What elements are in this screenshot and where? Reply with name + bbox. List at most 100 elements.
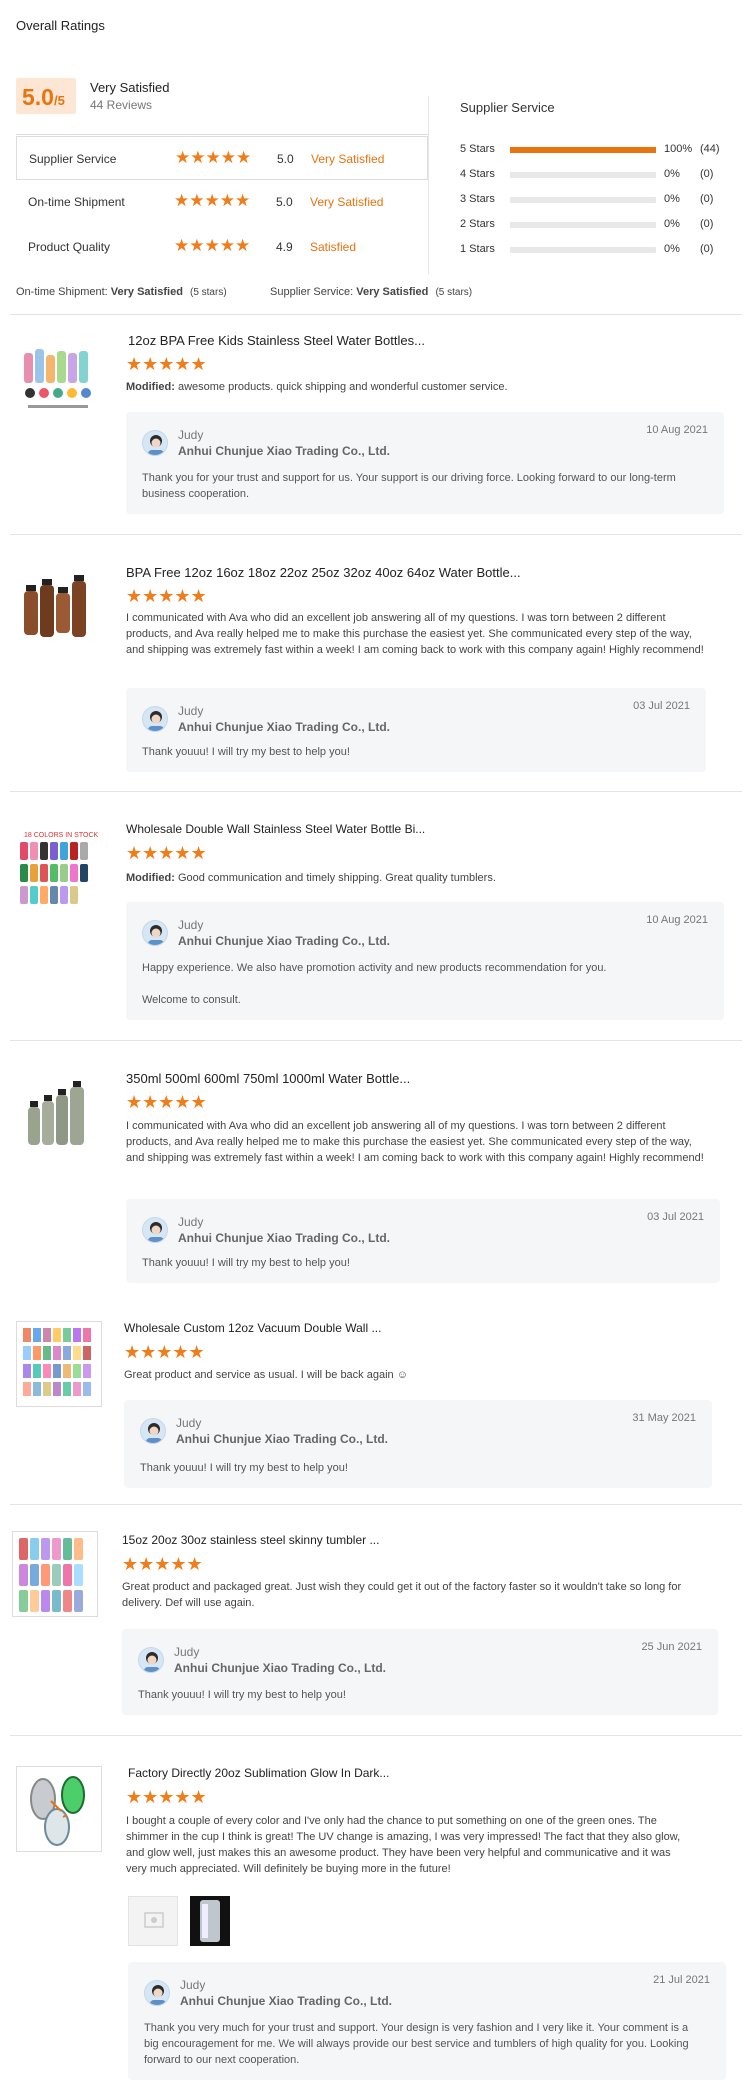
review-product-title[interactable]: 350ml 500ml 600ml 750ml 1000ml Water Bot… [126, 1071, 410, 1086]
product-thumbnail[interactable] [12, 1531, 98, 1617]
distribution-row: 5 Stars 100% (44) [460, 141, 740, 159]
avatar [144, 1980, 170, 2006]
star-icon: ★★★★★ [175, 148, 252, 167]
reply-date: 25 Jun 2021 [641, 1641, 702, 1653]
distribution-count: (0) [700, 193, 714, 205]
product-thumbnail[interactable] [18, 571, 98, 651]
distribution-count: (0) [700, 218, 714, 230]
footnote-stars: (5 stars) [435, 287, 473, 298]
review-text: I bought a couple of every color and I'v… [126, 1815, 681, 1875]
review-product-title[interactable]: BPA Free 12oz 16oz 18oz 22oz 25oz 32oz 4… [126, 565, 521, 580]
review-text: Great product and packaged great. Just w… [122, 1581, 682, 1609]
product-thumbnail[interactable] [16, 1766, 102, 1852]
supplier-reply: Judy Anhui Chunjue Xiao Trading Co., Ltd… [122, 1629, 718, 1715]
distribution-count: (0) [700, 168, 714, 180]
review-product-title[interactable]: 12oz BPA Free Kids Stainless Steel Water… [128, 333, 425, 348]
metric-word: Very Satisfied [311, 152, 385, 166]
metric-label: Product Quality [28, 240, 111, 254]
metric-score: 5.0 [276, 195, 293, 209]
reply-date: 10 Aug 2021 [646, 914, 708, 926]
review-product-title[interactable]: 15oz 20oz 30oz stainless steel skinny tu… [122, 1533, 379, 1547]
review-body: awesome products. quick shipping and won… [177, 381, 508, 393]
reply-date: 21 Jul 2021 [653, 1974, 710, 1986]
review-item: 18 COLORS IN STOCK Wholesale Double Wall… [0, 792, 750, 1040]
metric-label: On-time Shipment [28, 195, 125, 209]
distribution-title: Supplier Service [460, 100, 555, 115]
footnote-ontime: On-time Shipment: Very Satisfied (5 star… [16, 286, 227, 298]
distribution-percent: 0% [664, 193, 680, 205]
review-photo[interactable] [190, 1896, 230, 1946]
review-item: BPA Free 12oz 16oz 18oz 22oz 25oz 32oz 4… [0, 535, 750, 791]
reply-company[interactable]: Anhui Chunjue Xiao Trading Co., Ltd. [178, 1231, 390, 1245]
reply-text: Thank youuu! I will try my best to help … [138, 1689, 346, 1701]
distribution-row: 1 Stars 0% (0) [460, 241, 740, 259]
avatar [140, 1418, 166, 1444]
supplier-reply: Judy Anhui Chunjue Xiao Trading Co., Ltd… [126, 412, 724, 514]
distribution-label: 1 Stars [460, 243, 495, 255]
distribution-bar [510, 222, 656, 228]
metric-label: Supplier Service [29, 152, 117, 166]
product-thumbnail[interactable] [18, 339, 98, 419]
review-item: Wholesale Custom 12oz Vacuum Double Wall… [0, 1297, 750, 1502]
distribution-bar [510, 197, 656, 203]
review-text: Modified: Good communication and timely … [126, 870, 726, 886]
distribution-bar-fill [510, 147, 656, 153]
supplier-reply: Judy Anhui Chunjue Xiao Trading Co., Ltd… [124, 1400, 712, 1488]
reply-author-name: Judy [178, 704, 204, 718]
reply-author-name: Judy [176, 1416, 202, 1430]
product-thumbnail[interactable] [16, 1321, 102, 1407]
metric-supplier-service: Supplier Service ★★★★★ 5.0 Very Satisfie… [16, 136, 428, 180]
footnote-value: Very Satisfied [356, 286, 429, 298]
review-product-title[interactable]: Wholesale Double Wall Stainless Steel Wa… [126, 822, 425, 836]
review-text: Modified: awesome products. quick shippi… [126, 379, 726, 395]
review-text: I communicated with Ava who did an excel… [126, 1120, 704, 1164]
product-thumbnail[interactable]: 18 COLORS IN STOCK [16, 828, 100, 912]
reply-date: 10 Aug 2021 [646, 424, 708, 436]
product-thumbnail[interactable] [22, 1077, 98, 1153]
metric-product-quality: Product Quality ★★★★★ 4.9 Satisfied [16, 225, 428, 269]
star-icon: ★★★★★ [174, 236, 251, 255]
reply-text: Happy experience. We also have promotion… [142, 962, 607, 974]
avatar [142, 920, 168, 946]
reply-company[interactable]: Anhui Chunjue Xiao Trading Co., Ltd. [178, 444, 390, 458]
distribution-percent: 100% [664, 143, 693, 155]
review-text: I communicated with Ava who did an excel… [126, 612, 704, 656]
score-suffix: /5 [53, 93, 65, 108]
footnote-label: On-time Shipment: [16, 286, 108, 298]
reply-text: Thank youuu! I will try my best to help … [140, 1462, 348, 1474]
review-photo[interactable] [128, 1896, 178, 1946]
avatar [142, 706, 168, 732]
supplier-reply: Judy Anhui Chunjue Xiao Trading Co., Ltd… [126, 688, 706, 772]
distribution-percent: 0% [664, 243, 680, 255]
reply-company[interactable]: Anhui Chunjue Xiao Trading Co., Ltd. [174, 1661, 386, 1675]
star-icon: ★★★★★ [124, 1342, 205, 1362]
reply-company[interactable]: Anhui Chunjue Xiao Trading Co., Ltd. [176, 1432, 388, 1446]
footnote-label: Supplier Service: [270, 286, 354, 298]
distribution-percent: 0% [664, 218, 680, 230]
distribution-bar [510, 172, 656, 178]
footnote-stars: (5 stars) [189, 287, 227, 298]
star-icon: ★★★★★ [126, 1092, 207, 1112]
reply-company[interactable]: Anhui Chunjue Xiao Trading Co., Ltd. [178, 934, 390, 948]
distribution-row: 2 Stars 0% (0) [460, 216, 740, 234]
reply-date: 03 Jul 2021 [633, 700, 690, 712]
distribution-count: (44) [700, 143, 720, 155]
reply-company[interactable]: Anhui Chunjue Xiao Trading Co., Ltd. [178, 720, 390, 734]
metric-word: Satisfied [310, 240, 357, 254]
metric-score: 5.0 [277, 152, 294, 166]
review-product-title[interactable]: Wholesale Custom 12oz Vacuum Double Wall… [124, 1321, 381, 1335]
reply-author-name: Judy [178, 1215, 204, 1229]
score-value: 5.0 [22, 84, 54, 110]
review-item: 15oz 20oz 30oz stainless steel skinny tu… [0, 1505, 750, 1735]
avatar [142, 430, 168, 456]
reply-author-name: Judy [180, 1978, 206, 1992]
star-icon: ★★★★★ [122, 1554, 203, 1574]
reply-company[interactable]: Anhui Chunjue Xiao Trading Co., Ltd. [180, 1994, 392, 2008]
reply-text: Thank you very much for your trust and s… [144, 2022, 689, 2066]
review-product-title[interactable]: Factory Directly 20oz Sublimation Glow I… [128, 1766, 389, 1780]
review-item: 12oz BPA Free Kids Stainless Steel Water… [0, 315, 750, 535]
reply-text: Thank you for your trust and support for… [142, 472, 676, 500]
avatar [142, 1217, 168, 1243]
metric-on-time-shipment: On-time Shipment ★★★★★ 5.0 Very Satisfie… [16, 180, 428, 224]
distribution-label: 5 Stars [460, 143, 495, 155]
